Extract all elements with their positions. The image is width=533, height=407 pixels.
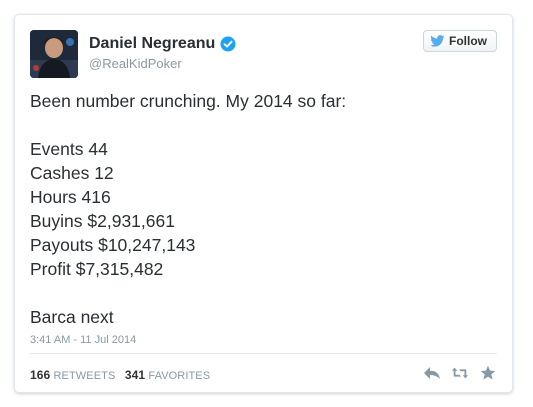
stat-line-events: Events 44 bbox=[30, 139, 108, 159]
stat-line-buyins: Buyins $2,931,661 bbox=[30, 211, 175, 231]
author-name-row[interactable]: Daniel Negreanu bbox=[89, 35, 236, 53]
avatar-image bbox=[30, 30, 78, 78]
verified-badge-icon bbox=[220, 36, 236, 52]
avatar[interactable] bbox=[30, 30, 78, 78]
reply-icon[interactable] bbox=[423, 365, 441, 381]
stat-line-profit: Profit $7,315,482 bbox=[30, 259, 164, 279]
tweet-outro: Barca next bbox=[30, 307, 114, 327]
author-handle[interactable]: @RealKidPoker bbox=[89, 56, 182, 71]
follow-button-label: Follow bbox=[449, 34, 487, 48]
follow-button[interactable]: Follow bbox=[423, 30, 497, 52]
favorites-stat[interactable]: 341 FAVORITES bbox=[124, 368, 211, 382]
engagement-stats: 166 RETWEETS 341 FAVORITES bbox=[30, 368, 210, 382]
tweet-text: Been number crunching. My 2014 so far: E… bbox=[30, 89, 500, 329]
retweets-count: 166 bbox=[30, 368, 51, 382]
retweet-icon[interactable] bbox=[451, 365, 469, 381]
star-icon[interactable] bbox=[479, 365, 497, 381]
twitter-bird-icon bbox=[430, 35, 445, 47]
favorites-label: FAVORITES bbox=[148, 370, 211, 382]
tweet-card: Daniel Negreanu @RealKidPoker Follow Bee… bbox=[14, 14, 513, 393]
divider bbox=[30, 353, 497, 354]
stat-line-payouts: Payouts $10,247,143 bbox=[30, 235, 196, 255]
author-name[interactable]: Daniel Negreanu bbox=[89, 35, 215, 53]
favorites-count: 341 bbox=[124, 368, 146, 382]
tweet-intro: Been number crunching. My 2014 so far: bbox=[30, 91, 347, 111]
retweets-stat[interactable]: 166 RETWEETS bbox=[30, 368, 119, 382]
stat-line-cashes: Cashes 12 bbox=[30, 163, 114, 183]
stat-line-hours: Hours 416 bbox=[30, 187, 111, 207]
tweet-timestamp[interactable]: 3:41 AM - 11 Jul 2014 bbox=[30, 334, 136, 346]
retweets-label: RETWEETS bbox=[53, 370, 116, 382]
tweet-actions bbox=[423, 365, 497, 381]
